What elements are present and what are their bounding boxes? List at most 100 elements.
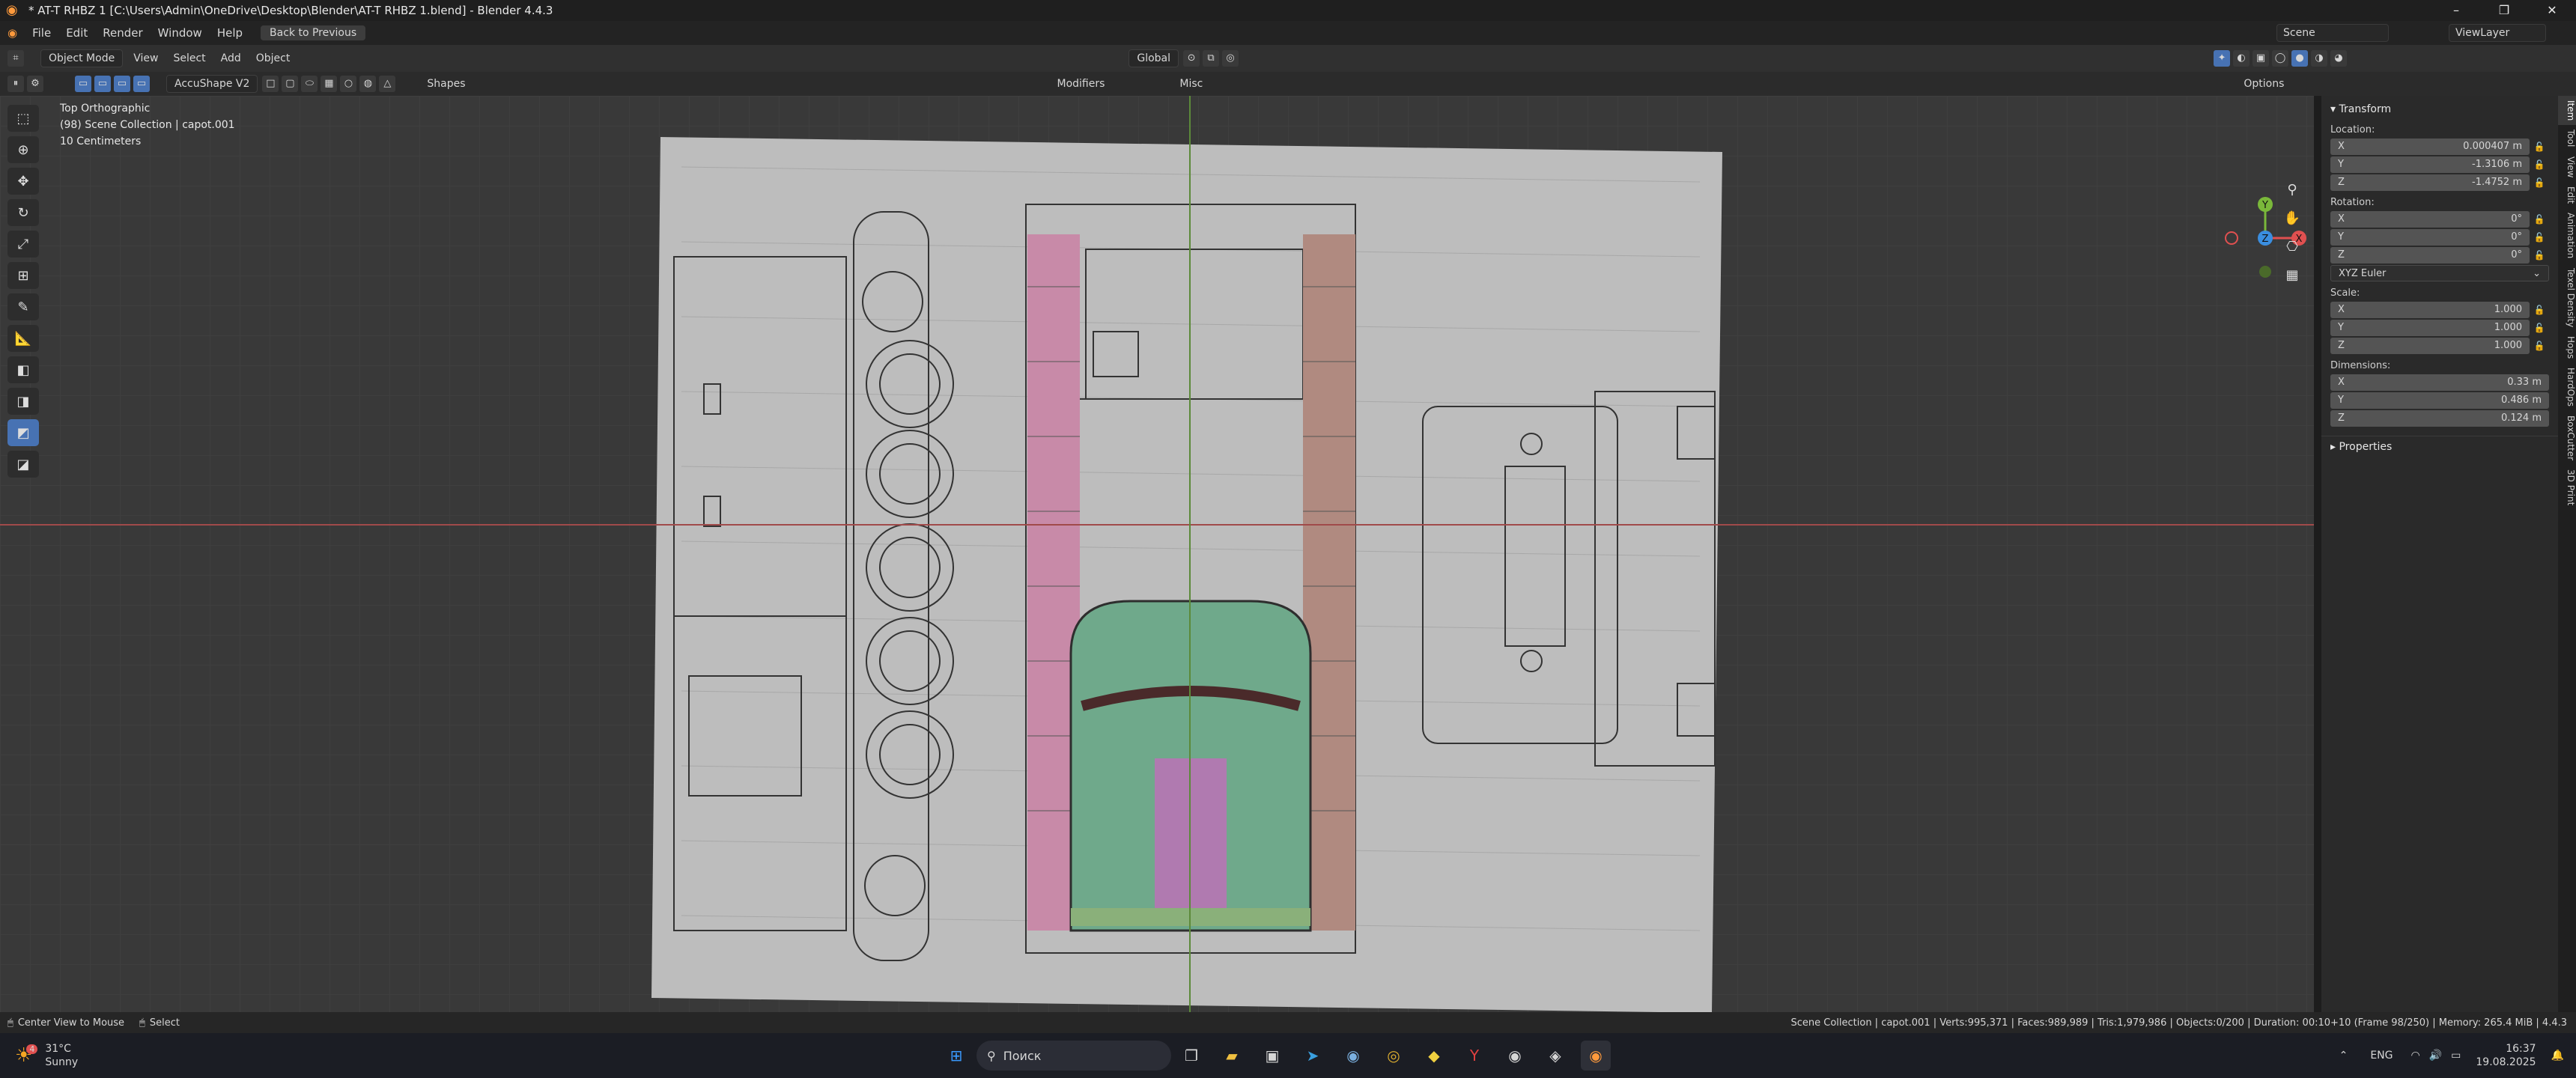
select-intersect-icon[interactable]: ▭ — [133, 76, 150, 92]
misc-menu[interactable]: Misc — [1172, 72, 1210, 96]
editor-type-icon[interactable]: ⌗ — [7, 50, 24, 67]
shading-solid-icon[interactable]: ● — [2291, 50, 2309, 67]
blender-menu-icon[interactable]: ◉ — [0, 21, 25, 45]
proportional-icon[interactable]: ◎ — [1222, 50, 1239, 67]
modifiers-menu[interactable]: Modifiers — [1050, 72, 1113, 96]
scale-y-field[interactable]: Y 1.000 — [2330, 320, 2530, 336]
transform-header[interactable]: ▾ Transform — [2321, 99, 2558, 120]
language-indicator[interactable]: ENG — [2370, 1050, 2393, 1062]
accushape-selector[interactable]: AccuShape V2 — [166, 75, 258, 93]
tab-3d-print[interactable]: 3D Print — [2558, 465, 2576, 510]
yandex-icon[interactable]: Y — [1459, 1041, 1489, 1071]
dimensions-x-field[interactable]: X 0.33 m — [2330, 374, 2549, 391]
boxcutter-icon[interactable]: ◨ — [7, 388, 39, 415]
settings-gear-icon[interactable]: ⚙ — [27, 76, 43, 92]
tab-hardops[interactable]: HardOps — [2558, 363, 2576, 411]
weather-widget[interactable]: ☀ 4 31°C Sunny — [15, 1042, 165, 1069]
shape-grid-icon[interactable]: ▦ — [321, 76, 338, 92]
location-z-field[interactable]: Z -1.4752 m — [2330, 174, 2530, 191]
battery-icon[interactable]: ▭ — [2451, 1050, 2461, 1062]
steam-icon[interactable]: ◉ — [1338, 1041, 1368, 1071]
shape-circle-icon[interactable]: ○ — [340, 76, 357, 92]
shape-rect-icon[interactable]: □ — [262, 76, 279, 92]
maximize-button[interactable]: ❐ — [2480, 0, 2528, 21]
3d-viewport[interactable]: Top Orthographic (98) Scene Collection |… — [0, 96, 2314, 1012]
store-icon[interactable]: ▣ — [1257, 1041, 1287, 1071]
gizmo-toggle-icon[interactable]: ✦ — [2214, 50, 2231, 67]
menu-window[interactable]: Window — [151, 21, 210, 45]
back-to-previous-button[interactable]: Back to Previous — [261, 25, 366, 40]
lock-icon[interactable]: 🔓 — [2530, 250, 2549, 261]
hardops-icon[interactable]: ◪ — [7, 451, 39, 478]
close-button[interactable]: ✕ — [2528, 0, 2576, 21]
tab-animation[interactable]: Animation — [2558, 208, 2576, 263]
shading-material-icon[interactable]: ◑ — [2311, 50, 2328, 67]
transform-orientation-selector[interactable]: Global — [1128, 49, 1179, 67]
blender-taskbar-icon[interactable]: ◉ — [1581, 1041, 1611, 1071]
lock-icon[interactable]: 🔓 — [2530, 214, 2549, 225]
camera-icon[interactable]: ⎔ — [2279, 234, 2305, 259]
shading-wire-icon[interactable]: ◯ — [2272, 50, 2289, 67]
menu-file[interactable]: File — [25, 21, 58, 45]
scale-x-field[interactable]: X 1.000 — [2330, 302, 2530, 318]
steam-2-icon[interactable]: ◉ — [1500, 1041, 1530, 1071]
app-2-icon[interactable]: ◈ — [1540, 1041, 1570, 1071]
zoom-icon[interactable]: ⚲ — [2279, 177, 2305, 202]
menu-render[interactable]: Render — [95, 21, 150, 45]
tab-boxcutter[interactable]: BoxCutter — [2558, 411, 2576, 465]
location-x-field[interactable]: X 0.000407 m — [2330, 138, 2530, 155]
telegram-icon[interactable]: ➤ — [1298, 1041, 1328, 1071]
chevron-up-icon[interactable]: ⌃ — [2339, 1050, 2348, 1062]
menu-view[interactable]: View — [126, 46, 165, 70]
windows-start-icon[interactable]: ⊞ — [941, 1041, 971, 1071]
viewlayer-selector[interactable]: ViewLayer — [2449, 24, 2546, 42]
taskbar-search[interactable]: ⚲ Поиск — [976, 1041, 1171, 1071]
rotation-x-field[interactable]: X 0° — [2330, 211, 2530, 228]
wifi-icon[interactable]: ◠ — [2411, 1050, 2420, 1062]
dimensions-y-field[interactable]: Y 0.486 m — [2330, 392, 2549, 409]
xray-icon[interactable]: ▣ — [2253, 50, 2270, 67]
rotation-y-field[interactable]: Y 0° — [2330, 229, 2530, 246]
lock-icon[interactable]: 🔓 — [2530, 232, 2549, 243]
add-cube-icon[interactable]: ◧ — [7, 356, 39, 383]
accushape-icon[interactable]: ◩ — [7, 419, 39, 446]
menu-select[interactable]: Select — [165, 46, 213, 70]
minimize-button[interactable]: – — [2432, 0, 2480, 21]
menu-object[interactable]: Object — [249, 46, 298, 70]
menu-help[interactable]: Help — [210, 21, 250, 45]
file-explorer-icon[interactable]: ▰ — [1217, 1041, 1247, 1071]
rotation-z-field[interactable]: Z 0° — [2330, 247, 2530, 264]
lock-icon[interactable]: 🔓 — [2530, 305, 2549, 315]
measure-icon[interactable]: 📐 — [7, 325, 39, 352]
shape-triangle-icon[interactable]: △ — [379, 76, 396, 92]
ortho-grid-icon[interactable]: ▦ — [2279, 262, 2305, 287]
lock-icon[interactable]: 🔓 — [2530, 341, 2549, 351]
lock-icon[interactable]: 🔓 — [2530, 159, 2549, 170]
clock[interactable]: 16:37 19.08.2025 — [2476, 1042, 2536, 1069]
volume-icon[interactable]: 🔊 — [2429, 1050, 2442, 1062]
select-subtract-icon[interactable]: ▭ — [114, 76, 130, 92]
lock-icon[interactable]: 🔓 — [2530, 177, 2549, 188]
dimensions-z-field[interactable]: Z 0.124 m — [2330, 410, 2549, 427]
select-extend-icon[interactable]: ▭ — [94, 76, 111, 92]
tab-view[interactable]: View — [2558, 152, 2576, 182]
chrome-icon[interactable]: ◎ — [1379, 1041, 1409, 1071]
scale-icon[interactable]: ⤢ — [7, 231, 39, 258]
pause-icon[interactable]: ⏸ — [7, 76, 24, 92]
location-y-field[interactable]: Y -1.3106 m — [2330, 156, 2530, 173]
options-menu[interactable]: Options — [2236, 72, 2291, 96]
select-mode-icon[interactable]: ▭ — [75, 76, 91, 92]
rotation-mode-select[interactable]: XYZ Euler ⌄ — [2330, 265, 2549, 281]
app-icon[interactable]: ◆ — [1419, 1041, 1449, 1071]
mode-selector[interactable]: Object Mode — [40, 49, 124, 67]
menu-edit[interactable]: Edit — [58, 21, 95, 45]
shape-sphere-icon[interactable]: ◍ — [359, 76, 377, 92]
scene-selector[interactable]: Scene — [2276, 24, 2389, 42]
select-box-icon[interactable]: ⬚ — [7, 105, 39, 132]
lock-icon[interactable]: 🔓 — [2530, 141, 2549, 152]
tab-edit[interactable]: Edit — [2558, 182, 2576, 208]
snap-icon[interactable]: ⧉ — [1203, 50, 1220, 67]
pivot-icon[interactable]: ⊙ — [1183, 50, 1200, 67]
tab-tool[interactable]: Tool — [2558, 125, 2576, 151]
scale-z-field[interactable]: Z 1.000 — [2330, 338, 2530, 354]
